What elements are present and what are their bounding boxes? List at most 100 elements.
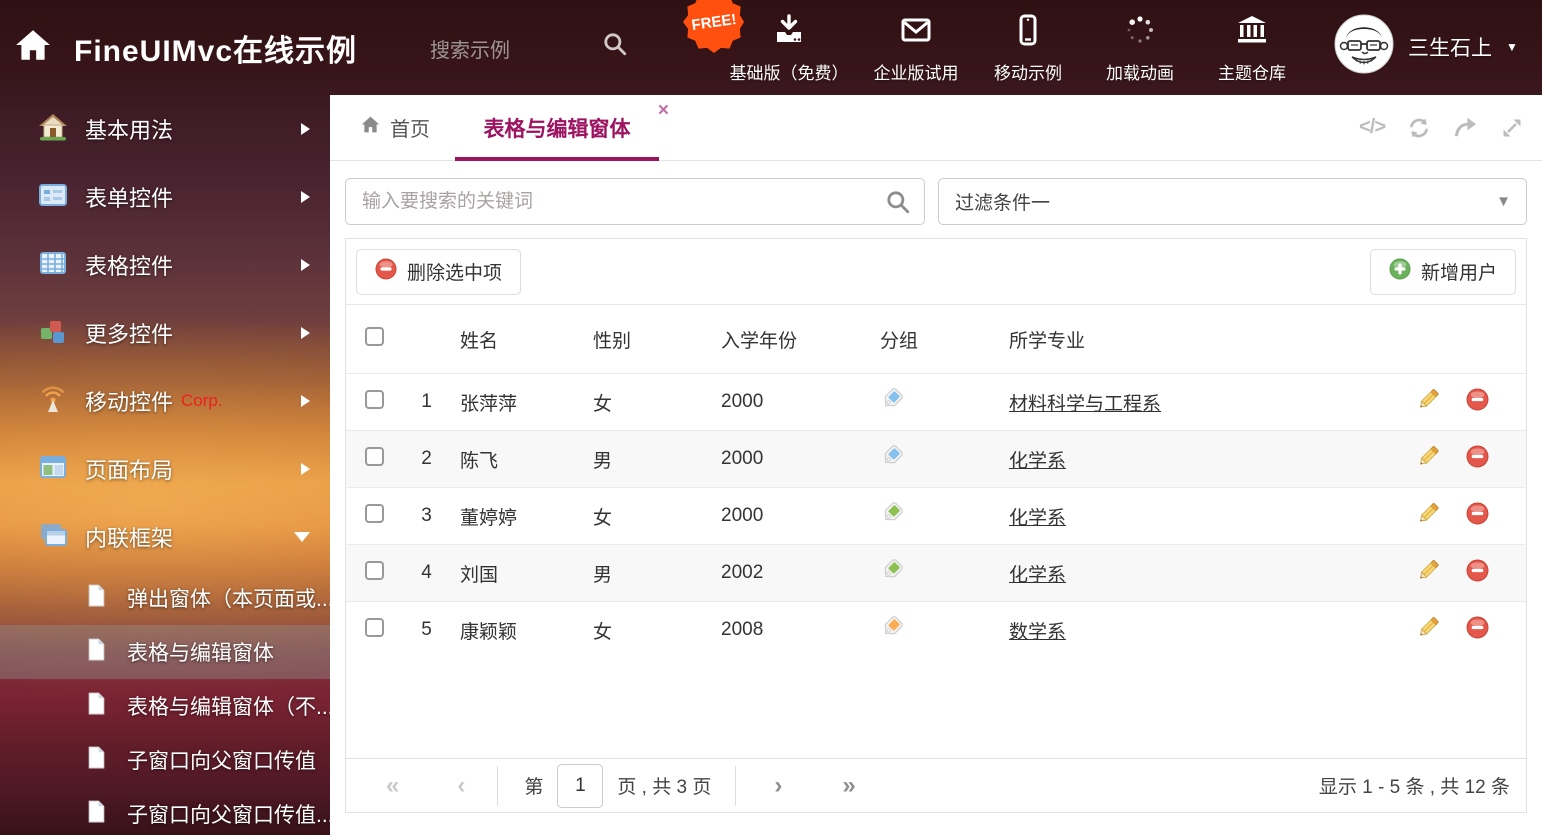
major-link[interactable]: 化学系 (1009, 565, 1066, 586)
table-header-row: 姓名 性别 入学年份 分组 所学专业 (346, 305, 1526, 374)
page-label-prefix: 第 (524, 772, 543, 799)
col-name: 姓名 (450, 305, 581, 374)
tag-icon (880, 509, 904, 530)
row-name: 董婷婷 (450, 488, 581, 545)
pagination-bar: « ‹ 第 页 , 共 3 页 › » 显示 1 - 5 条 , 共 12 条 (346, 758, 1526, 812)
chevron-down-icon: ▼ (1506, 40, 1518, 54)
file-icon (84, 745, 109, 775)
row-gender: 男 (581, 431, 714, 488)
sidebar-item-1[interactable]: 基本用法 (0, 95, 330, 163)
major-link[interactable]: 数学系 (1009, 622, 1066, 643)
close-icon[interactable]: × (658, 101, 669, 120)
chevron-right-icon (301, 259, 310, 271)
row-checkbox[interactable] (365, 561, 384, 580)
col-gender: 性别 (581, 305, 714, 374)
phone-icon (1011, 13, 1045, 52)
add-user-button[interactable]: 新增用户 (1370, 249, 1516, 295)
col-index (403, 305, 450, 374)
spinner-icon (1123, 13, 1157, 52)
next-page-button[interactable]: › (774, 774, 782, 798)
row-gender: 女 (581, 488, 714, 545)
col-year: 入学年份 (714, 305, 872, 374)
header-nav: 基础版（免费） 企业版试用 移动示例 加载动画 主题仓库 (718, 13, 1308, 84)
row-index: 4 (403, 545, 450, 602)
sidebar-item-6[interactable]: 页面布局 (0, 435, 330, 503)
sidebar-item-5[interactable]: 移动控件 Corp. (0, 367, 330, 435)
row-index: 3 (403, 488, 450, 545)
edit-icon[interactable] (1416, 615, 1440, 645)
header-nav-item-5[interactable]: 主题仓库 (1196, 13, 1308, 84)
sidebar-subitem-label: 子窗口向父窗口传值... (127, 799, 334, 829)
header-nav-item-2[interactable]: 企业版试用 (860, 13, 972, 84)
edit-icon[interactable] (1416, 444, 1440, 474)
row-checkbox[interactable] (365, 618, 384, 637)
tab-active-label: 表格与编辑窗体 (484, 113, 631, 143)
select-all-checkbox[interactable] (365, 327, 384, 346)
header-nav-item-4[interactable]: 加载动画 (1084, 13, 1196, 84)
major-link[interactable]: 材料科学与工程系 (1009, 394, 1161, 415)
row-gender: 女 (581, 374, 714, 431)
sidebar-subitem-5[interactable]: 子窗口向父窗口传值... (0, 787, 330, 835)
row-checkbox[interactable] (365, 504, 384, 523)
delete-icon[interactable] (1466, 388, 1489, 417)
share-icon[interactable] (1453, 116, 1478, 139)
plus-circle-icon (1389, 258, 1411, 286)
tag-icon (880, 623, 904, 644)
tab-active-underline (455, 157, 659, 161)
tab-home[interactable]: 首页 (360, 95, 430, 160)
sidebar-subitem-3[interactable]: 表格与编辑窗体（不... (0, 679, 330, 733)
layout-icon (38, 452, 68, 487)
home-icon[interactable] (14, 26, 52, 69)
avatar (1334, 14, 1394, 79)
header-search-input[interactable]: 搜索示例 (430, 34, 510, 63)
delete-icon[interactable] (1466, 616, 1489, 645)
table-row: 1 张萍萍 女 2000 材料科学与工程系 (346, 374, 1526, 431)
refresh-icon[interactable] (1407, 116, 1431, 140)
header-nav-item-3[interactable]: 移动示例 (972, 13, 1084, 84)
delete-icon[interactable] (1466, 559, 1489, 588)
fullscreen-icon[interactable] (1500, 116, 1524, 140)
search-icon[interactable] (602, 31, 628, 62)
sidebar-subitem-2[interactable]: 表格与编辑窗体 (0, 625, 330, 679)
major-link[interactable]: 化学系 (1009, 451, 1066, 472)
tab-toolbar: </> (1359, 95, 1524, 160)
frames-icon (38, 520, 68, 555)
header-nav-item-1[interactable]: 基础版（免费） (718, 13, 860, 84)
sidebar-item-3[interactable]: 表格控件 (0, 231, 330, 299)
edit-icon[interactable] (1416, 387, 1440, 417)
data-grid-panel: 删除选中项 新增用户 姓名 (345, 238, 1527, 813)
delete-selected-button[interactable]: 删除选中项 (356, 249, 521, 295)
tab-active[interactable]: 表格与编辑窗体 × (455, 95, 659, 160)
sidebar-item-2[interactable]: 表单控件 (0, 163, 330, 231)
row-checkbox[interactable] (365, 447, 384, 466)
last-page-button[interactable]: » (842, 774, 855, 798)
filter-dropdown-value: 过滤条件一 (955, 188, 1050, 215)
edit-icon[interactable] (1416, 558, 1440, 588)
edit-icon[interactable] (1416, 501, 1440, 531)
view-source-icon[interactable]: </> (1359, 116, 1385, 139)
user-menu[interactable]: 三生石上 ▼ (1334, 14, 1518, 79)
delete-icon[interactable] (1466, 502, 1489, 531)
delete-icon[interactable] (1466, 445, 1489, 474)
filter-dropdown[interactable]: 过滤条件一 ▼ (938, 178, 1527, 225)
row-index: 5 (403, 602, 450, 659)
sidebar-subitem-1[interactable]: 弹出窗体（本页面或... (0, 571, 330, 625)
sidebar-item-4[interactable]: 更多控件 (0, 299, 330, 367)
top-header: FineUIMvc在线示例 搜索示例 FREE! 基础版（免费） 企业版试用 移… (0, 0, 1542, 95)
first-page-button[interactable]: « (386, 774, 399, 798)
sidebar-subitem-label: 表格与编辑窗体 (127, 637, 274, 667)
chevron-right-icon (301, 191, 310, 203)
major-link[interactable]: 化学系 (1009, 508, 1066, 529)
prev-page-button[interactable]: ‹ (457, 774, 465, 798)
keyword-search-input[interactable] (346, 179, 924, 224)
tab-home-label: 首页 (390, 113, 430, 142)
sidebar-item-label: 表格控件 (85, 249, 173, 281)
sidebar-subitem-label: 子窗口向父窗口传值 (127, 745, 316, 775)
search-icon[interactable] (885, 189, 911, 220)
row-index: 1 (403, 374, 450, 431)
sidebar-subitem-4[interactable]: 子窗口向父窗口传值 (0, 733, 330, 787)
page-number-input[interactable] (557, 764, 603, 808)
tag-icon (880, 395, 904, 416)
sidebar-item-7[interactable]: 内联框架 (0, 503, 330, 571)
row-checkbox[interactable] (365, 390, 384, 409)
